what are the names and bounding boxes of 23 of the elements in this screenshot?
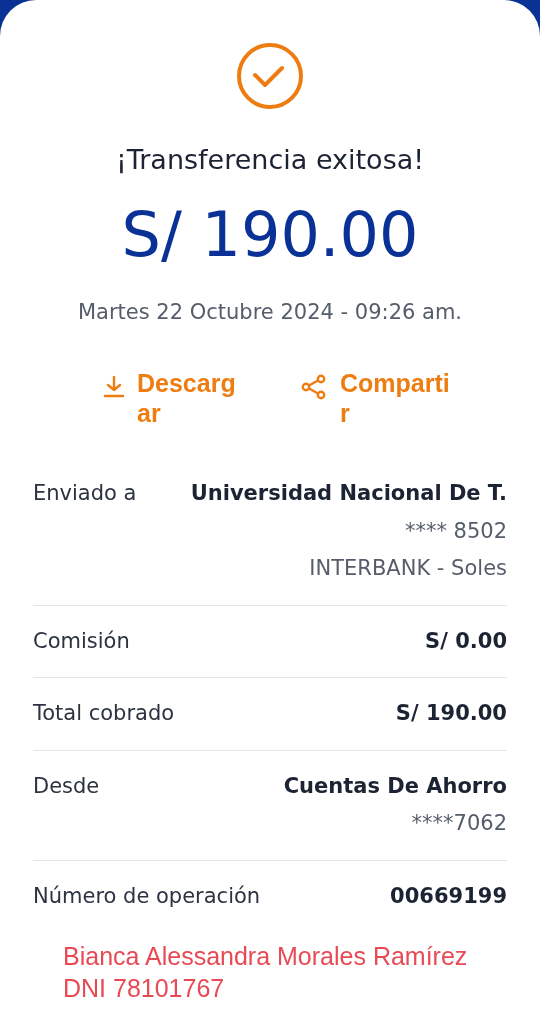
annotation-text: Bianca Alessandra Morales Ramírez bbox=[63, 941, 468, 972]
detail-label: Total cobrado bbox=[33, 700, 175, 727]
transfer-amount: S/ 190.00 bbox=[121, 198, 419, 271]
detail-value: S/ 0.00 bbox=[425, 627, 507, 655]
success-title: ¡Transferencia exitosa! bbox=[115, 143, 425, 177]
download-icon bbox=[103, 374, 125, 398]
transfer-date: Martes 22 Octubre 2024 - 09:26 am. bbox=[77, 298, 463, 326]
detail-value: S/ 190.00 bbox=[395, 700, 507, 727]
detail-value: Cuentas De Ahorro bbox=[283, 772, 507, 800]
detail-label: Comisión bbox=[33, 627, 130, 655]
share-button[interactable]: Compartir bbox=[300, 368, 451, 428]
detail-value: 00669199 bbox=[390, 882, 507, 910]
check-circle-icon bbox=[236, 42, 304, 110]
detail-label: Número de operación bbox=[33, 882, 261, 910]
download-button[interactable]: Descargar bbox=[103, 368, 248, 428]
detail-label: Enviado a bbox=[33, 480, 137, 507]
detail-value: **** 8502 bbox=[404, 517, 507, 545]
detail-value: INTERBANK - Soles bbox=[309, 555, 507, 582]
detail-value: ****7062 bbox=[411, 810, 507, 837]
detail-label: Desde bbox=[33, 772, 100, 800]
detail-value: Universidad Nacional De T. bbox=[190, 480, 507, 507]
annotation-text: DNI 78101767 bbox=[63, 973, 226, 1004]
share-icon bbox=[300, 374, 328, 400]
